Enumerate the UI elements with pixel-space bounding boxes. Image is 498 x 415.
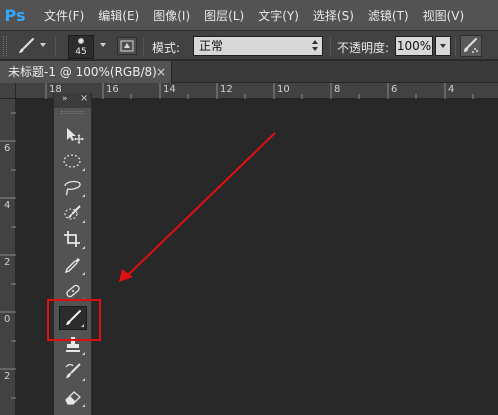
photoshop-window: Ps 文件(F) 编辑(E) 图像(I) 图层(L) 文字(Y) 选择(S) 滤…: [0, 0, 498, 415]
annotation-arrow: [119, 132, 276, 282]
